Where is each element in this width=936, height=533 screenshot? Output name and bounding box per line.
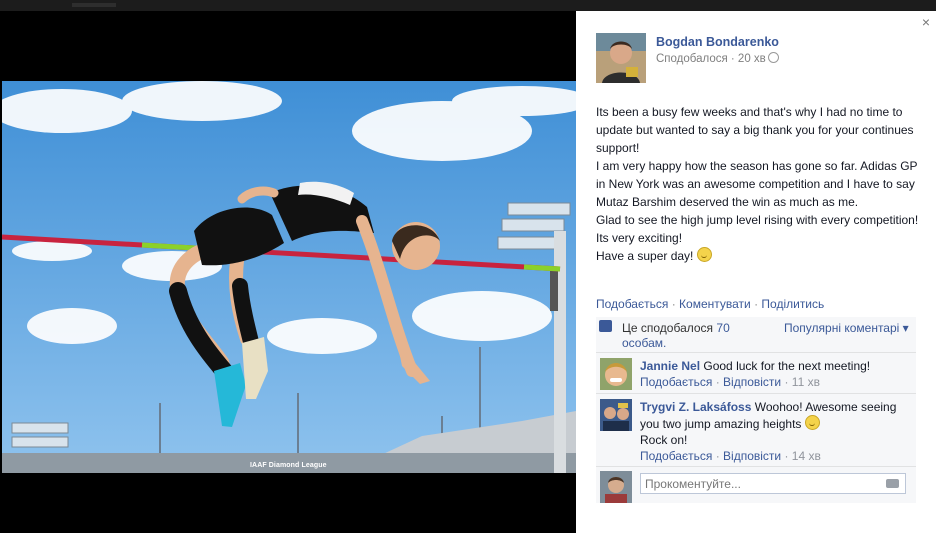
close-icon[interactable]: ×	[922, 14, 930, 30]
comment-composer: Прокоментуйте...	[596, 467, 916, 503]
likes-text: Це сподобалося	[622, 321, 717, 335]
post-paragraph: Glad to see the high jump level rising w…	[596, 213, 919, 245]
comment-like-link[interactable]: Подобається	[640, 449, 712, 463]
photo-caption: IAAF Diamond League	[250, 462, 327, 469]
comment-text: Good luck for the next meeting!	[703, 359, 871, 373]
post-actions: Подобається · Коментувати · Поділитись	[596, 297, 824, 311]
commenter-name[interactable]: Trygvi Z. Laksáfoss	[640, 400, 751, 414]
post-paragraph-text: Have a super day!	[596, 249, 694, 263]
smile-icon	[804, 415, 820, 430]
post-paragraph: Have a super day!	[596, 247, 926, 265]
separator: ·	[750, 297, 762, 311]
commenter-avatar[interactable]	[600, 399, 632, 431]
commenter-avatar[interactable]	[600, 358, 632, 390]
separator: ·	[781, 375, 792, 389]
comment-body: Trygvi Z. Laksáfoss Woohoo! Awesome seei…	[640, 399, 910, 464]
likes-summary: Це сподобалося 70 особам.	[622, 321, 762, 351]
comment-input[interactable]: Прокоментуйте...	[640, 473, 906, 494]
post-meta: Сподобалося · 20 хв	[656, 52, 779, 65]
separator: ·	[781, 449, 792, 463]
post-paragraph: Its been a busy few weeks and that's why…	[596, 105, 914, 155]
high-jump-photo	[2, 81, 576, 473]
separator: ·	[712, 375, 724, 389]
author-avatar[interactable]	[596, 33, 646, 83]
side-panel: × Bogdan Bondarenko Сподобалося · 20 хв …	[576, 11, 936, 533]
comment-reply-link[interactable]: Відповісти	[723, 375, 781, 389]
tab-handle	[72, 3, 116, 7]
viewer-avatar	[600, 471, 632, 503]
top-comments-dropdown[interactable]: Популярні коментарі ▾	[784, 321, 909, 335]
comment-link[interactable]: Коментувати	[679, 297, 751, 311]
post-text: Its been a busy few weeks and that's why…	[596, 103, 926, 265]
commenter-name[interactable]: Jannie Nel	[640, 359, 700, 373]
camera-icon[interactable]	[886, 479, 899, 488]
comment-body: Jannie Nel Good luck for the next meetin…	[640, 358, 910, 390]
likes-row: Це сподобалося 70 особам. Популярні коме…	[596, 317, 916, 353]
photo-stage[interactable]: IAAF Diamond League	[0, 11, 576, 533]
top-bar	[0, 0, 936, 11]
comment-meta: Подобається · Відповісти · 11 хв	[640, 374, 910, 390]
comment-like-link[interactable]: Подобається	[640, 375, 712, 389]
comment-line: Jannie Nel Good luck for the next meetin…	[640, 358, 910, 374]
separator: ·	[712, 449, 724, 463]
globe-icon	[767, 52, 779, 63]
post-paragraph: I am very happy how the season has gone …	[596, 159, 918, 209]
separator: ·	[668, 297, 680, 311]
comment-item: Trygvi Z. Laksáfoss Woohoo! Awesome seei…	[596, 394, 916, 467]
post-meta-text: Сподобалося · 20 хв	[656, 53, 766, 65]
ufi: Це сподобалося 70 особам. Популярні коме…	[596, 317, 916, 503]
comment-time[interactable]: 14 хв	[792, 449, 821, 463]
share-link[interactable]: Поділитись	[761, 297, 824, 311]
comment-time[interactable]: 11 хв	[792, 375, 820, 389]
smile-icon	[696, 247, 712, 262]
like-link[interactable]: Подобається	[596, 297, 668, 311]
comment-line: Trygvi Z. Laksáfoss Woohoo! Awesome seei…	[640, 399, 910, 432]
comment-input-placeholder: Прокоментуйте...	[645, 477, 741, 491]
comment-reply-link[interactable]: Відповісти	[723, 449, 781, 463]
comment-item: Jannie Nel Good luck for the next meetin…	[596, 353, 916, 394]
comment-text-line2: Rock on!	[640, 433, 688, 447]
comment-meta: Подобається · Відповісти · 14 хв	[640, 448, 910, 464]
photo[interactable]	[2, 81, 576, 473]
like-thumb-icon	[599, 320, 612, 332]
author-name[interactable]: Bogdan Bondarenko	[656, 35, 779, 49]
